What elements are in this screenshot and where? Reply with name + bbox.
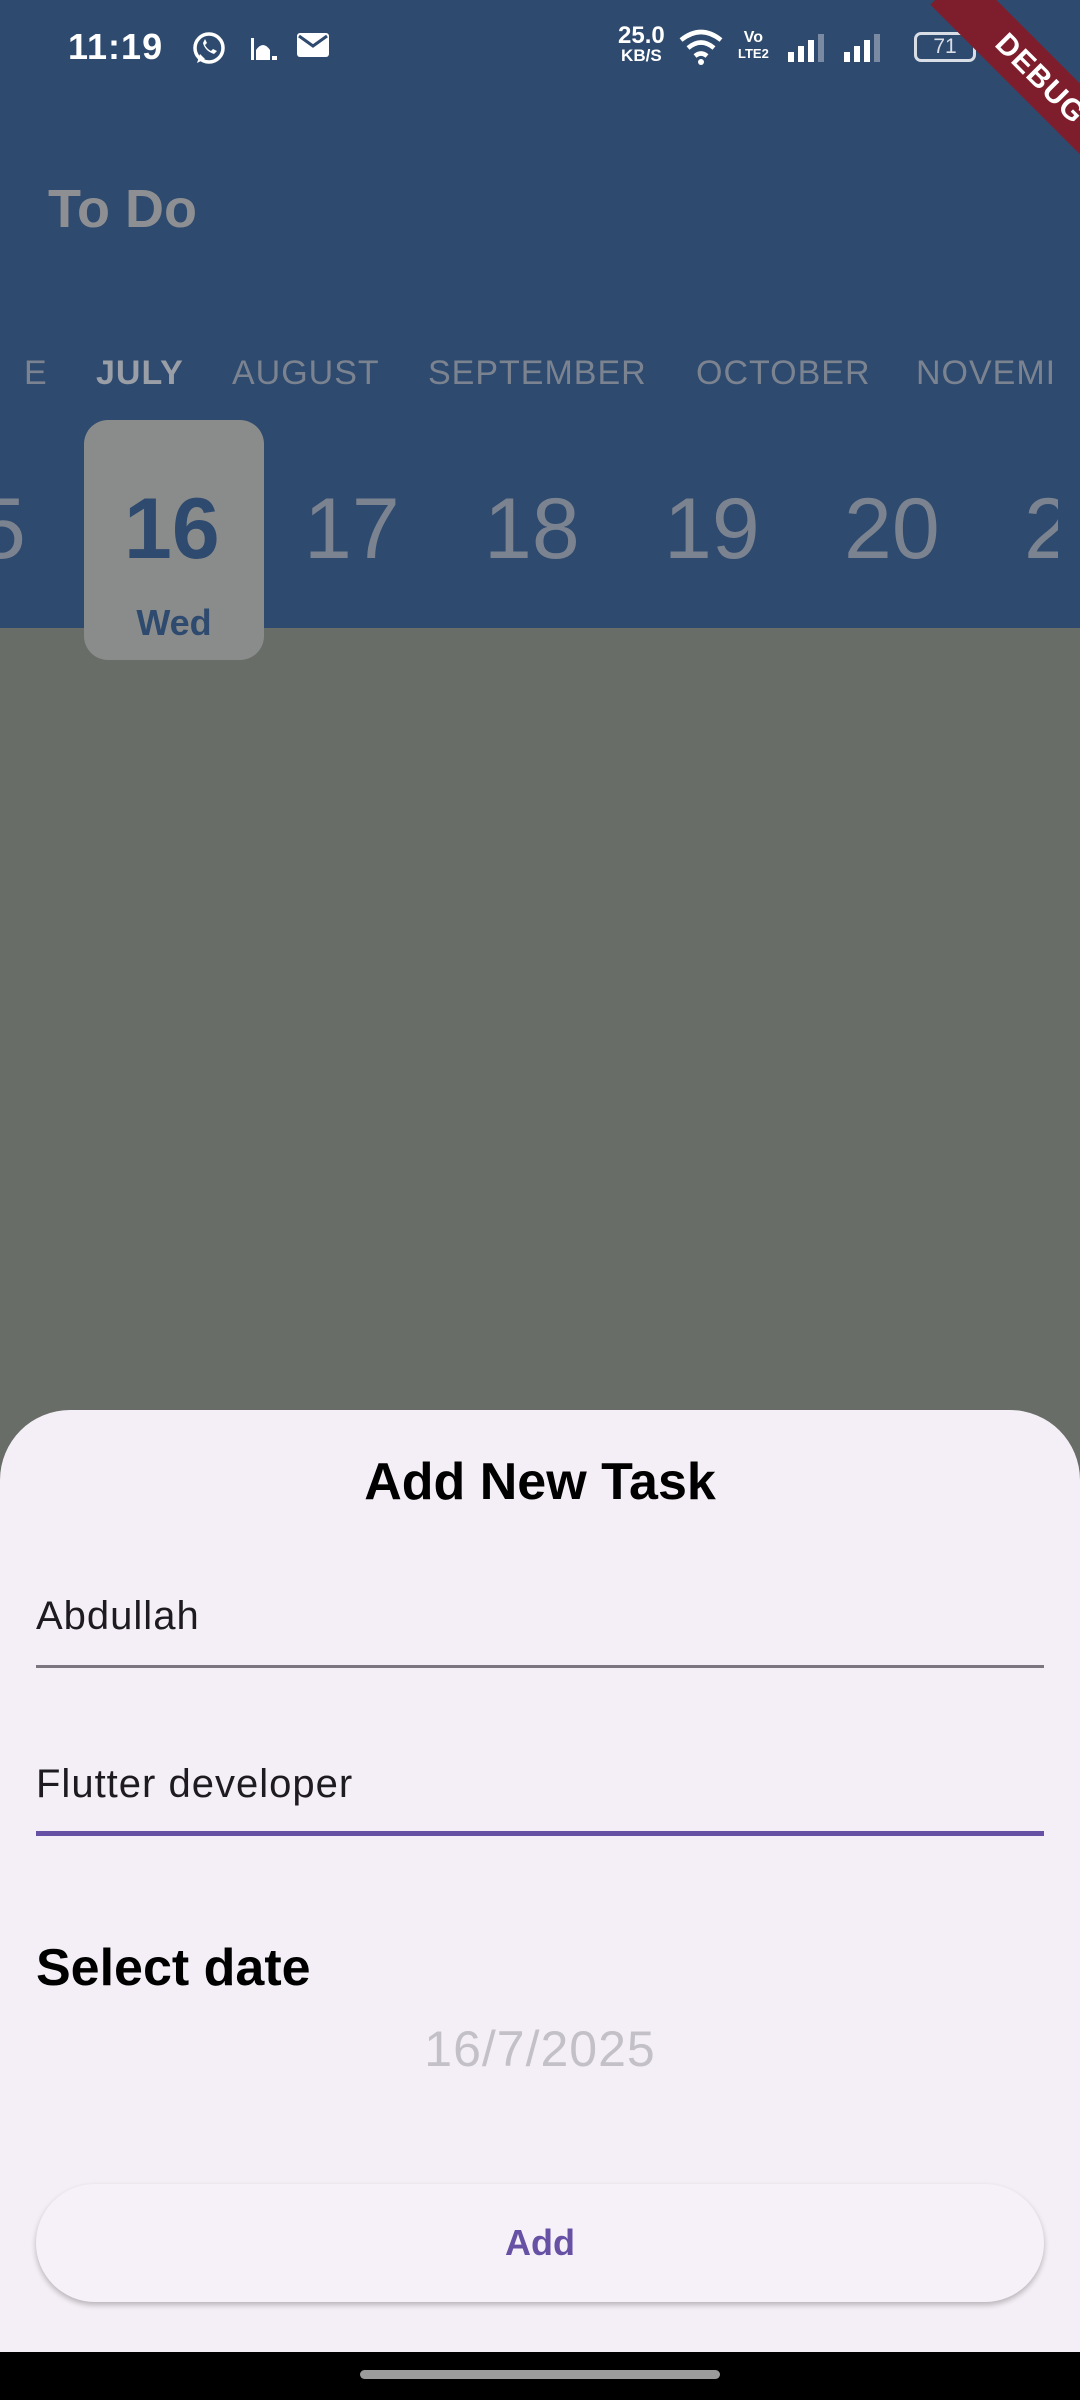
task-description-input[interactable] [36, 1736, 1044, 1832]
whatsapp-icon [190, 30, 228, 73]
day-item[interactable]: 2 [1024, 480, 1058, 579]
day-item-selected[interactable]: 16 [124, 480, 220, 579]
day-item[interactable]: 17 [304, 480, 400, 579]
navigation-bar [0, 2352, 1080, 2400]
task-name-underline [36, 1665, 1044, 1668]
gesture-handle[interactable] [360, 2370, 720, 2379]
add-task-button[interactable]: Add [36, 2184, 1044, 2302]
task-name-field[interactable] [36, 1568, 1044, 1668]
selected-weekday: Wed [136, 602, 212, 643]
status-time: 11:19 [68, 26, 164, 67]
debug-banner: DEBUG [880, 0, 1080, 200]
day-item[interactable]: 20 [844, 480, 940, 579]
net-speed: 25.0 KB/S [618, 22, 665, 66]
task-description-field[interactable] [36, 1736, 1044, 1836]
task-description-underline [36, 1831, 1044, 1836]
day-item[interactable]: 19 [664, 480, 760, 579]
month-item[interactable]: NOVEMI [916, 354, 1056, 393]
day-item[interactable]: 5 [0, 480, 26, 579]
month-item[interactable]: SEPTEMBER [428, 354, 647, 393]
month-picker[interactable]: E JULY AUGUST SEPTEMBER OCTOBER NOVEMI [0, 354, 1058, 396]
task-name-input[interactable] [36, 1568, 1044, 1664]
signal-icon-sim1 [786, 32, 830, 67]
month-item-selected[interactable]: JULY [96, 354, 184, 393]
day-picker[interactable]: 5 16 17 18 19 20 2 Wed [0, 418, 1058, 668]
select-date-label: Select date [36, 1939, 311, 1997]
mail-icon [296, 30, 330, 65]
volte-indicator: Vo LTE2 [738, 29, 769, 62]
month-item[interactable]: OCTOBER [696, 354, 871, 393]
header: 11:19 25.0 KB/S Vo LTE2 71 DEBUG To Do E… [0, 0, 1080, 660]
debug-banner-label: DEBUG [930, 0, 1080, 189]
app-title: To Do [48, 179, 197, 239]
sheet-title: Add New Task [364, 1453, 716, 1511]
mosque-app-icon [248, 30, 278, 71]
month-item[interactable]: E [24, 354, 48, 393]
month-item[interactable]: AUGUST [232, 354, 380, 393]
selected-date-value[interactable]: 16/7/2025 [0, 2020, 1080, 2078]
screen: 11:19 25.0 KB/S Vo LTE2 71 DEBUG To Do E… [0, 0, 1080, 2400]
day-item[interactable]: 18 [484, 480, 580, 579]
wifi-icon [678, 28, 724, 71]
